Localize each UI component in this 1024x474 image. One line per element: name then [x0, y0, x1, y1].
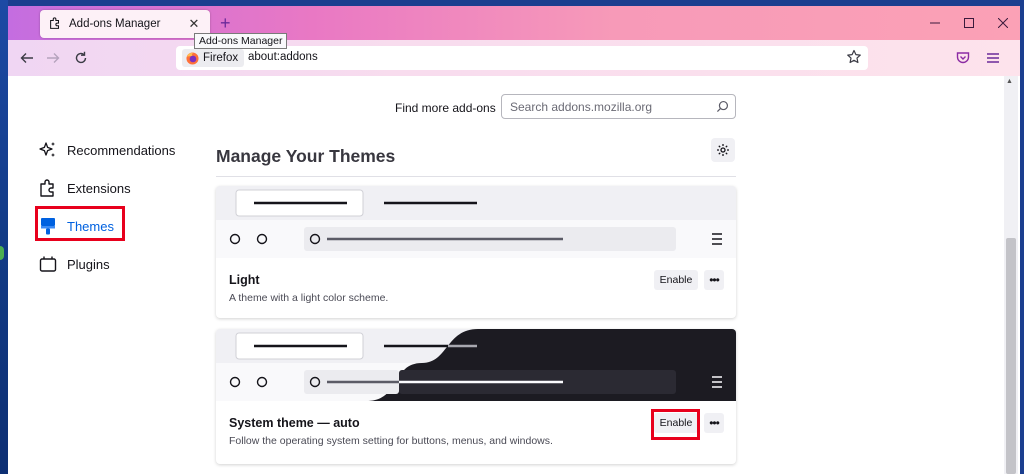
- hamburger-menu-icon[interactable]: [984, 49, 1002, 67]
- bookmark-star-icon[interactable]: [846, 49, 862, 65]
- heading-divider: [216, 176, 736, 177]
- tab-tooltip: Add-ons Manager: [194, 33, 288, 49]
- minimize-icon[interactable]: [918, 6, 952, 40]
- pocket-icon[interactable]: [954, 49, 972, 67]
- theme-card-light: Light A theme with a light color scheme.…: [216, 186, 736, 318]
- search-input[interactable]: Search addons.mozilla.org: [501, 94, 736, 119]
- url-text[interactable]: about:addons: [248, 51, 318, 63]
- theme-card-system: System theme — auto Follow the operating…: [216, 329, 736, 464]
- gear-icon: [717, 144, 729, 156]
- firefox-logo-icon: [186, 51, 199, 65]
- sidebar-item-label: Recommendations: [67, 142, 176, 158]
- url-bar[interactable]: Firefox about:addons: [176, 46, 868, 70]
- reload-icon[interactable]: [72, 49, 90, 67]
- more-options-button[interactable]: •••: [704, 413, 724, 433]
- plugin-icon: [38, 254, 58, 274]
- more-options-button[interactable]: •••: [704, 270, 724, 290]
- sidebar-item-label: Plugins: [67, 256, 110, 272]
- system-theme-preview: [216, 329, 736, 401]
- sparkles-icon: [38, 140, 58, 160]
- theme-name: System theme — auto: [229, 416, 360, 430]
- enable-button[interactable]: Enable: [654, 270, 698, 290]
- scrollbar[interactable]: ▲: [1004, 76, 1018, 474]
- identity-box[interactable]: Firefox: [182, 49, 245, 67]
- sidebar-item-extensions[interactable]: Extensions: [38, 174, 188, 202]
- sidebar-item-recommendations[interactable]: Recommendations: [38, 136, 188, 164]
- puzzle-icon: [50, 17, 60, 29]
- plus-icon[interactable]: +: [220, 14, 231, 32]
- sidebar-item-label: Extensions: [67, 180, 131, 196]
- tab-addons-manager[interactable]: Add-ons Manager ✕: [40, 10, 210, 38]
- close-icon[interactable]: [986, 6, 1020, 40]
- forward-arrow-icon[interactable]: [44, 49, 62, 67]
- window-controls: [918, 6, 1020, 40]
- tab-title: Add-ons Manager: [69, 18, 161, 30]
- settings-gear-button[interactable]: [711, 138, 735, 162]
- tab-strip: Add-ons Manager ✕ +: [8, 6, 1020, 40]
- identity-label: Firefox: [203, 52, 239, 64]
- search-placeholder: Search addons.mozilla.org: [510, 100, 653, 114]
- scroll-up-arrow-icon[interactable]: ▲: [1006, 78, 1013, 85]
- theme-description: A theme with a light color scheme.: [229, 292, 389, 304]
- navigation-bar: Firefox about:addons: [8, 40, 1020, 76]
- search-icon: [716, 100, 729, 113]
- maximize-icon[interactable]: [952, 6, 986, 40]
- light-theme-preview: [216, 186, 736, 258]
- sidebar-item-plugins[interactable]: Plugins: [38, 250, 188, 278]
- addons-content: ▲ Find more add-ons Search addons.mozill…: [8, 76, 1020, 474]
- browser-window: Add-ons Manager ✕ + Add-ons Manager Fire…: [8, 6, 1020, 474]
- puzzle-icon: [38, 178, 58, 198]
- theme-name: Light: [229, 273, 260, 287]
- desktop-background: [0, 0, 8, 474]
- close-tab-icon[interactable]: ✕: [186, 16, 202, 32]
- desktop-icon: [0, 246, 4, 260]
- theme-description: Follow the operating system setting for …: [229, 435, 553, 447]
- scrollbar-thumb[interactable]: [1006, 238, 1016, 474]
- back-arrow-icon[interactable]: [18, 49, 36, 67]
- themes-highlight-box: [35, 206, 125, 241]
- enable-highlight-box: [651, 409, 700, 440]
- page-title: Manage Your Themes: [216, 146, 396, 166]
- find-more-label: Find more add-ons: [395, 101, 496, 115]
